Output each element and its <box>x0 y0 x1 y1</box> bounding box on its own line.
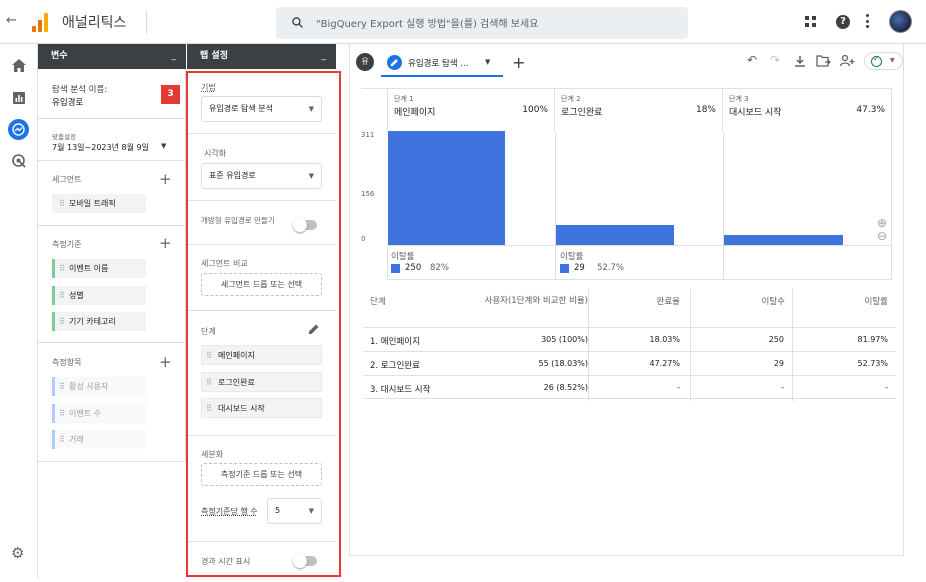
redo-icon[interactable]: ↷ <box>770 53 780 67</box>
table-header-abandons[interactable]: 이탈수 <box>725 295 785 307</box>
help-icon[interactable]: ? <box>836 15 850 29</box>
funnel-step-header: 단계 1 메인페이지 100% <box>387 89 555 131</box>
funnel-bar[interactable] <box>724 235 843 245</box>
dimension-chip[interactable]: ⠿ 기기 카테고리 <box>52 312 146 331</box>
advertising-icon[interactable] <box>12 154 26 168</box>
exploration-name-label: 탐색 분석 이름: <box>52 85 108 95</box>
add-tab-button[interactable]: + <box>512 53 525 72</box>
table-header-completion[interactable]: 완료율 <box>620 295 680 307</box>
table-header-step[interactable]: 단계 <box>370 295 386 307</box>
abandon-swatch <box>391 264 400 273</box>
tab-avatar[interactable]: 유 <box>356 53 374 71</box>
search-bar[interactable]: "BigQuery Export 실행 방법"을(를) 검색해 보세요 <box>276 7 688 39</box>
tab-settings-title: 탭 설정 <box>200 51 228 61</box>
table-row[interactable]: 2. 로그인완료 55 (18.03%) 47.27% 29 52.73% <box>364 351 896 375</box>
search-placeholder: "BigQuery Export 실행 방법"을(를) 검색해 보세요 <box>316 19 539 30</box>
active-tab[interactable]: 유입경로 탐색 ... ▼ <box>381 49 503 77</box>
title-divider <box>146 10 147 34</box>
status-check-button[interactable]: ✓ ▼ <box>864 52 903 70</box>
tab-settings-minimize-button[interactable]: _ <box>322 44 327 69</box>
dimension-chip[interactable]: ⠿ 성별 <box>52 286 146 305</box>
tab-settings-highlight <box>186 71 341 577</box>
home-icon[interactable] <box>12 59 26 72</box>
callout-badge: 3 <box>161 85 180 104</box>
active-tab-label: 유입경로 탐색 ... <box>408 59 469 69</box>
variables-title: 변수 <box>51 51 68 61</box>
tab-pencil-icon <box>387 55 402 70</box>
variables-panel-header: 변수 _ <box>38 44 186 69</box>
left-nav: ⚙ <box>0 44 38 578</box>
metric-chip[interactable]: ⠿ 거래 <box>52 430 146 449</box>
y-tick-label: 156 <box>361 190 375 198</box>
zoom-out-icon[interactable]: ⊖ <box>877 229 887 243</box>
abandonment-label: 이탈률 <box>560 252 584 262</box>
top-bar: ← 애널리틱스 "BigQuery Export 실행 방법"을(를) 검색해 … <box>0 0 926 44</box>
date-dropdown-icon[interactable]: ▼ <box>161 142 166 150</box>
add-segment-button[interactable]: + <box>159 172 172 187</box>
segment-chip[interactable]: ⠿ 모바일 트래픽 <box>52 194 146 213</box>
funnel-bar[interactable] <box>556 225 674 245</box>
abandon-count: 250 <box>405 263 422 273</box>
more-vert-icon[interactable] <box>866 14 869 28</box>
abandon-rate: 82% <box>430 263 449 273</box>
settings-gear-icon[interactable]: ⚙ <box>11 544 24 562</box>
export-folder-icon[interactable] <box>816 55 831 67</box>
dimensions-label: 측정기준 <box>52 240 82 249</box>
tab-settings-header: 탭 설정 _ <box>187 44 336 69</box>
zoom-in-icon[interactable]: ⊕ <box>877 216 887 230</box>
table-header-abandon-rate[interactable]: 이탈률 <box>828 295 888 307</box>
account-avatar[interactable] <box>889 10 912 33</box>
abandon-count: 29 <box>574 263 585 273</box>
add-dimension-button[interactable]: + <box>159 236 172 251</box>
funnel-step-header: 단계 2 로그인완료 18% <box>555 89 723 131</box>
add-metric-button[interactable]: + <box>159 355 172 370</box>
date-custom-label: 맞춤설정 <box>52 133 76 141</box>
segments-label: 세그먼트 <box>52 175 82 184</box>
reports-icon[interactable] <box>13 92 25 104</box>
download-icon[interactable] <box>794 55 806 67</box>
exploration-name-value[interactable]: 유입경로 <box>52 96 83 108</box>
funnel-step-header: 단계 3 대시보드 시작 47.3% <box>729 95 885 118</box>
y-tick-label: 311 <box>361 131 375 139</box>
metrics-label: 측정항목 <box>52 358 82 367</box>
abandon-swatch <box>560 264 569 273</box>
undo-icon[interactable]: ↶ <box>747 53 757 67</box>
tab-dropdown-icon[interactable]: ▼ <box>485 58 490 66</box>
status-dropdown-icon: ▼ <box>890 57 895 64</box>
variables-minimize-button[interactable]: _ <box>172 44 177 69</box>
dimension-chip[interactable]: ⠿ 이벤트 이름 <box>52 259 146 278</box>
apps-grid-icon[interactable] <box>805 16 816 27</box>
analytics-logo <box>32 12 52 32</box>
back-arrow-icon[interactable]: ← <box>6 13 17 28</box>
table-row[interactable]: 3. 대시보드 시작 26 (8.52%) - - - <box>364 375 896 399</box>
abandon-rate: 52.7% <box>597 263 625 273</box>
y-tick-label: 0 <box>361 235 366 243</box>
date-range[interactable]: 7월 13일~2023년 8월 9일 <box>52 142 149 153</box>
abandonment-label: 이탈률 <box>391 252 415 262</box>
metric-chip[interactable]: ⠿ 이벤트 수 <box>52 404 146 423</box>
search-icon <box>292 17 303 28</box>
funnel-bar[interactable] <box>388 131 505 245</box>
share-users-icon[interactable] <box>840 54 856 67</box>
app-title: 애널리틱스 <box>62 15 127 31</box>
explore-icon[interactable] <box>8 119 29 140</box>
table-row[interactable]: 1. 메인페이지 305 (100%) 18.03% 250 81.97% <box>364 327 896 351</box>
table-header-users[interactable]: 사용자(1단계와 비교한 비율) <box>476 295 588 308</box>
metric-chip[interactable]: ⠿ 활성 사용자 <box>52 377 146 396</box>
